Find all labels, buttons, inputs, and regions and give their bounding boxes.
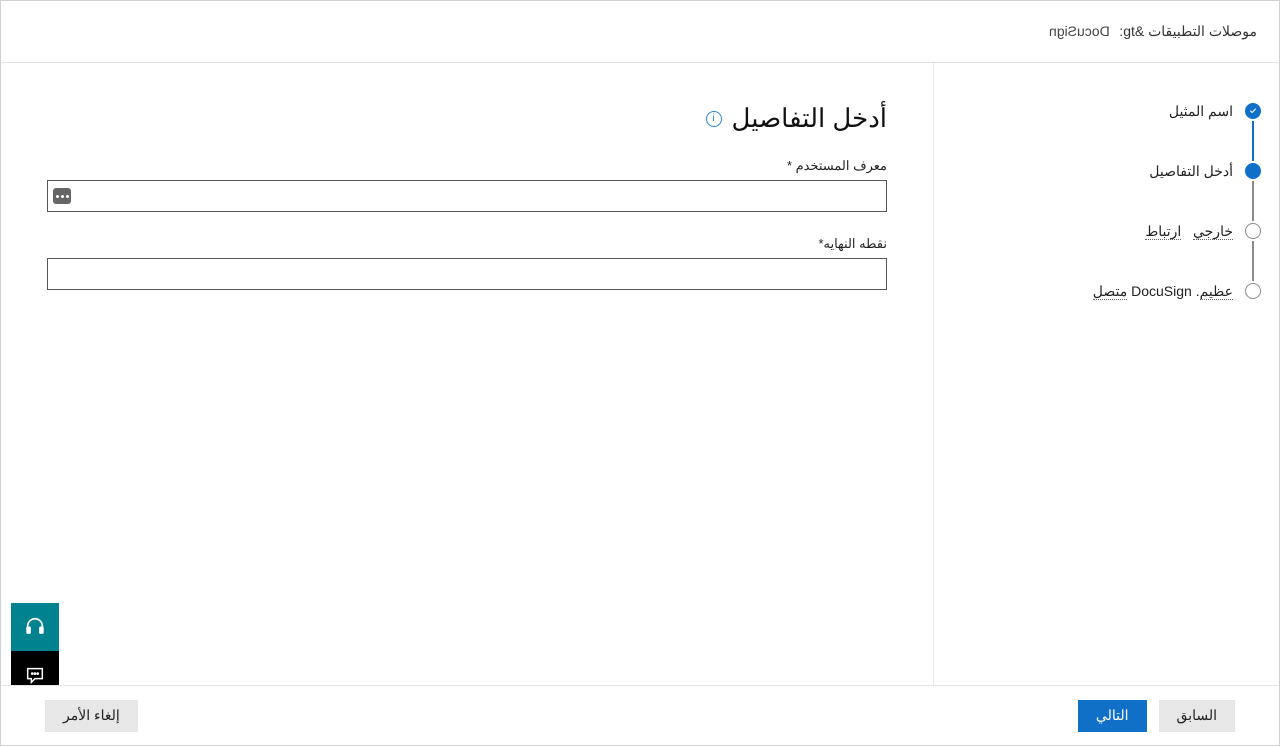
step-connected[interactable]: عظيم. DocuSign متصل bbox=[952, 283, 1261, 343]
step-enter-details[interactable]: أدخل التفاصيل bbox=[952, 163, 1261, 223]
endpoint-input[interactable] bbox=[47, 258, 887, 290]
step-label: عظيم. DocuSign متصل bbox=[1093, 283, 1233, 300]
footer: السابق التالي إلغاء الأمر bbox=[1, 685, 1279, 745]
step-label: أدخل التفاصيل bbox=[1149, 163, 1233, 179]
previous-button[interactable]: السابق bbox=[1159, 700, 1235, 732]
breadcrumb: موصلات التطبيقات &gt: DocuSign bbox=[1049, 23, 1257, 40]
page-title: أدخل التفاصيل bbox=[732, 103, 887, 134]
steps-sidebar: اسم المثيل أدخل التفاصيل خارجي ارتباط عظ… bbox=[933, 63, 1279, 745]
password-reveal-icon[interactable] bbox=[53, 188, 71, 204]
user-id-label: معرف المستخدم * bbox=[47, 158, 887, 174]
circle-empty-icon bbox=[1245, 223, 1261, 239]
user-id-input[interactable] bbox=[47, 180, 887, 212]
step-label: خارجي ارتباط bbox=[1145, 223, 1233, 240]
step-label: اسم المثيل bbox=[1169, 103, 1233, 119]
next-button[interactable]: التالي bbox=[1078, 700, 1147, 732]
circle-empty-icon bbox=[1245, 283, 1261, 299]
step-instance-name[interactable]: اسم المثيل bbox=[952, 103, 1261, 163]
headset-support-button[interactable] bbox=[11, 603, 59, 651]
user-id-group: معرف المستخدم * bbox=[47, 158, 887, 212]
info-icon[interactable]: i bbox=[706, 111, 722, 127]
breadcrumb-app-name: DocuSign bbox=[1049, 23, 1110, 39]
check-icon bbox=[1245, 103, 1261, 119]
cancel-button[interactable]: إلغاء الأمر bbox=[45, 700, 138, 732]
endpoint-group: نقطه النهايه* bbox=[47, 236, 887, 290]
endpoint-label: نقطه النهايه* bbox=[47, 236, 887, 252]
step-external-link[interactable]: خارجي ارتباط bbox=[952, 223, 1261, 283]
main-content: أدخل التفاصيل i معرف المستخدم * نقطه الن… bbox=[1, 63, 933, 745]
breadcrumb-section: موصلات التطبيقات &gt: bbox=[1119, 23, 1257, 39]
header: موصلات التطبيقات &gt: DocuSign bbox=[1, 1, 1279, 63]
circle-filled-icon bbox=[1245, 163, 1261, 179]
